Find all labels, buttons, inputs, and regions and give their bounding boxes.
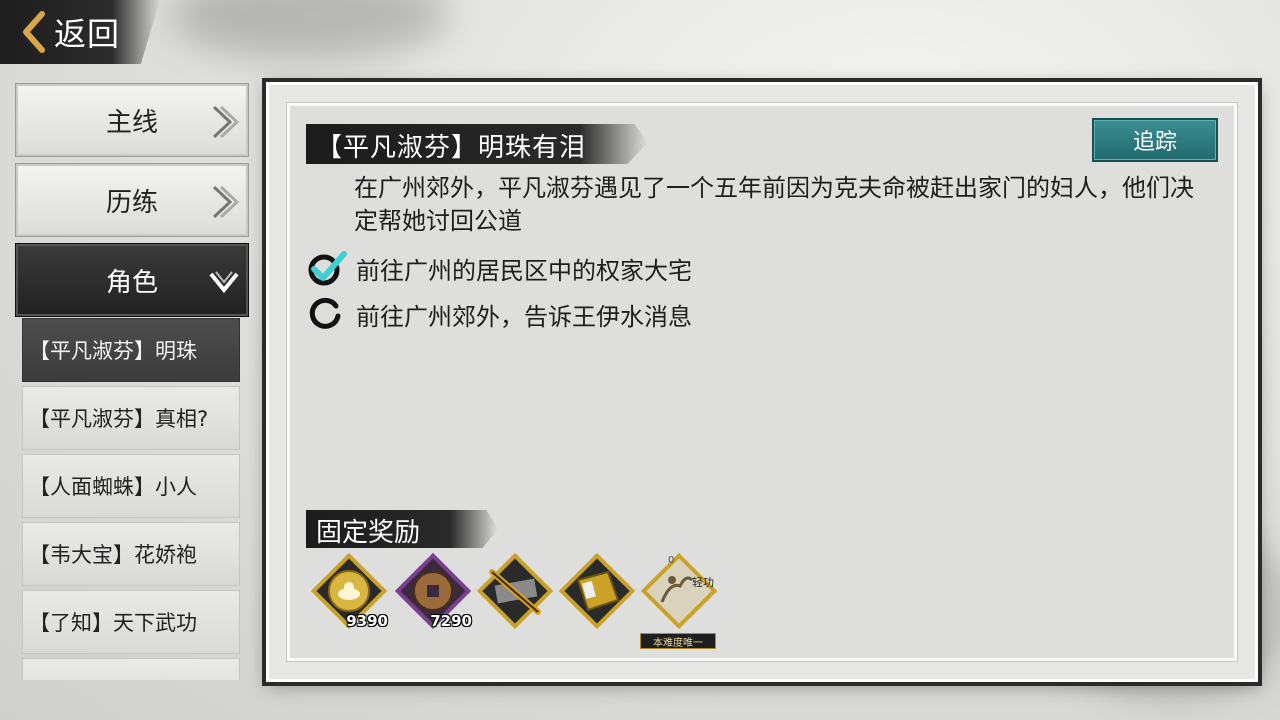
chevron-right-icon (210, 184, 240, 224)
manual-book-icon (558, 552, 636, 630)
tab-label: 主线 (105, 107, 158, 138)
back-label: 返回 (54, 15, 121, 53)
scroll-brush-icon (476, 552, 554, 630)
list-item[interactable]: 【了知】天下武功 (22, 590, 240, 654)
reward-item-qinggong[interactable]: 轻功 (640, 552, 718, 630)
reward-count: 7290 (430, 612, 472, 630)
tab-main-story[interactable]: 主线 (15, 83, 249, 157)
objective-text: 前往广州郊外，告诉王伊水消息 (356, 302, 692, 331)
quest-description: 在广州郊外，平凡淑芬遇见了一个五年前因为克夫命被赶出家门的妇人，他们决定帮她讨回… (354, 174, 1194, 235)
objective-item: 前往广州郊外，告诉王伊水消息 (306, 296, 692, 332)
checkmark-icon (306, 250, 348, 286)
chevron-right-icon (210, 104, 240, 144)
reward-item-manual[interactable] (558, 552, 636, 630)
qinggong-skill-icon: 轻功 (640, 552, 718, 630)
track-button[interactable]: 追踪 (1092, 118, 1218, 162)
back-button[interactable]: 返回 (0, 0, 160, 64)
list-item[interactable]: 【人面蜘蛛】小人 (22, 454, 240, 518)
objective-text: 前往广州的居民区中的权家大宅 (356, 256, 692, 285)
reward-badge: 0 (668, 555, 675, 566)
tab-label: 角色 (105, 267, 158, 298)
reward-glyph: 轻功 (692, 575, 714, 589)
in-progress-ring-icon (306, 296, 348, 332)
quest-list[interactable]: 【平凡淑芬】明珠 【平凡淑芬】真相? 【人面蜘蛛】小人 【韦大宝】花娇袍 【了知… (22, 318, 240, 680)
tab-label: 历练 (105, 187, 158, 218)
reward-item-copper[interactable]: 7290 (394, 552, 472, 630)
unique-reward-tag: 本难度唯一 (640, 633, 716, 649)
reward-count: 9390 (346, 612, 388, 630)
tab-experience[interactable]: 历练 (15, 163, 249, 237)
chevron-down-icon (208, 264, 240, 304)
tab-character[interactable]: 角色 (15, 243, 249, 317)
objective-item: 前往广州的居民区中的权家大宅 (306, 250, 692, 286)
list-item[interactable]: 【湘萍】三杯客请 (22, 658, 240, 680)
ink-wash-decoration (170, 0, 450, 60)
list-item[interactable]: 【韦大宝】花娇袍 (22, 522, 240, 586)
chevron-left-icon (16, 10, 50, 54)
list-item[interactable]: 【平凡淑芬】明珠 (22, 318, 240, 382)
list-item[interactable]: 【平凡淑芬】真相? (22, 386, 240, 450)
reward-item-brush[interactable] (476, 552, 554, 630)
reward-item-silver[interactable]: 9390 (310, 552, 388, 630)
reward-title: 固定奖励 (316, 518, 421, 548)
quest-title: 【平凡淑芬】明珠有泪 (316, 133, 587, 163)
